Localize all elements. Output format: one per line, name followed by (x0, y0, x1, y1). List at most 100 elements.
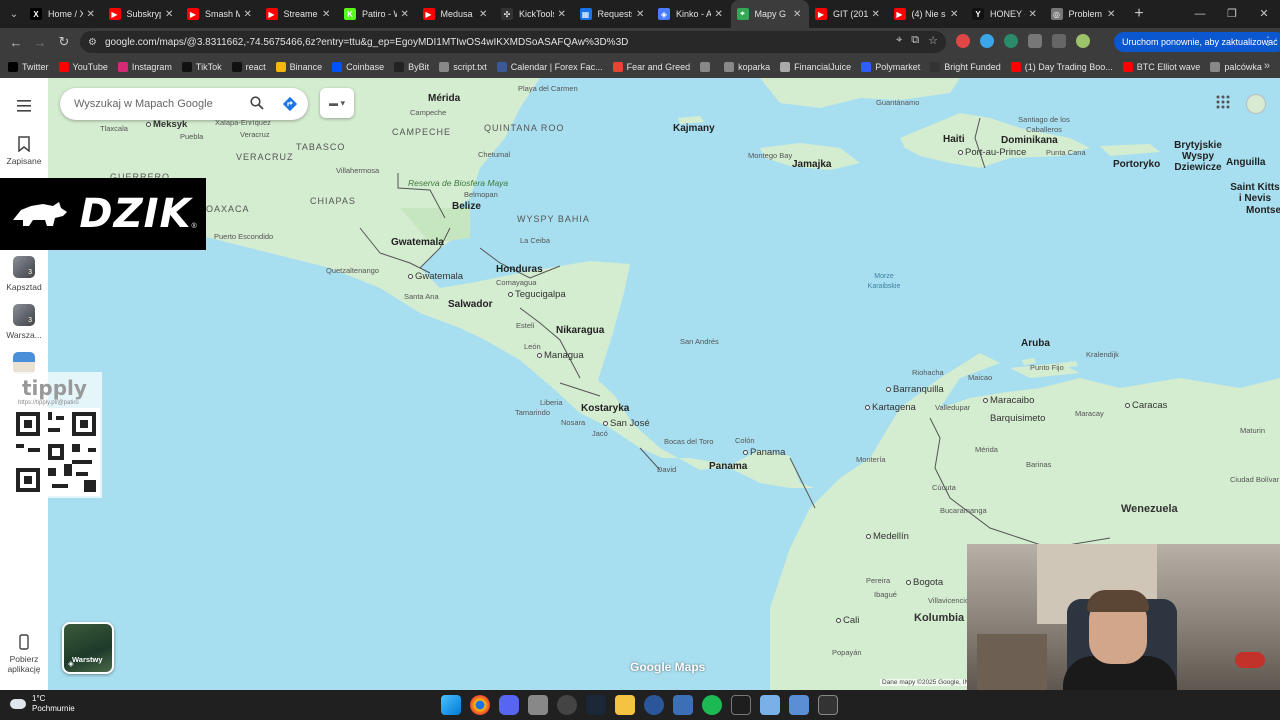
map-label-country[interactable]: Jamajka (792, 160, 831, 170)
steam-icon[interactable] (586, 695, 606, 715)
maps-search-box[interactable] (60, 88, 308, 120)
browser-tab[interactable]: ▶ Smash M ✕ (181, 0, 260, 28)
address-bar[interactable]: ⚙ google.com/maps/@3.8311662,-74.5675466… (80, 31, 946, 53)
map-label-city[interactable]: Jacó (592, 429, 608, 439)
notepad-icon[interactable] (760, 695, 780, 715)
map-label-city[interactable]: Tlaxcala (100, 124, 128, 134)
bookmark-item[interactable]: Fear and Greed (612, 62, 690, 72)
map-label-country[interactable]: Anguilla (1226, 158, 1265, 168)
browser-tab[interactable]: Y HONEY - ✕ (966, 0, 1045, 28)
map-label-country[interactable]: Brytyjskie Wyspy Dziewicze (1170, 140, 1226, 173)
map-label-country[interactable]: Montse (1246, 206, 1280, 216)
map-label-city[interactable]: Quetzaltenango (326, 266, 379, 276)
tab-close-icon[interactable]: ✕ (872, 9, 882, 20)
map-label-city[interactable]: Kartagena (865, 403, 916, 413)
menu-button[interactable] (0, 98, 48, 118)
tab-close-icon[interactable]: ✕ (165, 9, 175, 20)
app-icon[interactable] (528, 695, 548, 715)
extension-icon[interactable] (1004, 34, 1018, 48)
close-window-button[interactable]: ✕ (1248, 0, 1280, 28)
map-label-city[interactable]: Veracruz (240, 130, 270, 140)
saved-button[interactable]: Zapisane (0, 136, 48, 166)
app-icon[interactable] (731, 695, 751, 715)
tab-close-icon[interactable]: ✕ (793, 9, 803, 20)
map-label-city[interactable]: Santa Ana (404, 292, 439, 302)
map-label-city[interactable]: Managua (537, 351, 584, 361)
map-label-city[interactable]: Liberia (540, 398, 563, 408)
map-label-city[interactable]: Barquisimeto (990, 414, 1045, 424)
puzzle-icon[interactable] (1028, 34, 1042, 48)
map-label-city[interactable]: Maicao (968, 373, 992, 383)
directions-icon[interactable] (282, 96, 298, 112)
browser-tab[interactable]: X Home / X ✕ (24, 0, 103, 28)
update-button[interactable]: Uruchom ponownie, aby zaktualizować (1114, 32, 1280, 52)
map-label-city[interactable]: Puerto Escondido (214, 232, 273, 242)
map-label-city[interactable]: Gwatemala (408, 272, 463, 282)
folder-icon[interactable] (615, 695, 635, 715)
search-input[interactable] (74, 98, 234, 110)
bookmark-item[interactable]: Twitter (8, 62, 49, 72)
map-label-country[interactable]: Wenezuela (1121, 504, 1178, 515)
bookmark-star-icon[interactable]: ☆ (928, 34, 938, 47)
get-app-button[interactable]: Pobierz aplikację (0, 634, 48, 674)
search-icon[interactable] (250, 96, 264, 110)
discord-icon[interactable] (499, 695, 519, 715)
map-label-country[interactable]: Kostaryka (581, 404, 629, 414)
profile-avatar[interactable] (1076, 34, 1090, 48)
map-label-city[interactable]: Medellín (866, 532, 909, 542)
weather-widget[interactable]: 1°C Pochmurnie (10, 694, 75, 714)
tab-close-icon[interactable]: ✕ (1107, 9, 1117, 20)
tab-close-icon[interactable]: ✕ (950, 9, 960, 20)
map-label-city[interactable]: Cúcuta (932, 483, 956, 493)
map-label-sea[interactable]: Morze Karaibskie (860, 272, 908, 292)
map-label-city[interactable]: Mérida (975, 445, 998, 455)
apps-grid-icon[interactable] (1216, 95, 1230, 109)
map-label-city[interactable]: Guantánamo (876, 98, 919, 108)
map-label-country[interactable]: Honduras (496, 265, 543, 275)
map-label-city[interactable]: Valledupar (935, 403, 970, 413)
browser-tab[interactable]: ▦ Requests ✕ (574, 0, 653, 28)
extension-icon[interactable] (956, 34, 970, 48)
url-text[interactable]: google.com/maps/@3.8311662,-74.5675466,6… (105, 37, 628, 48)
map-label-city[interactable]: Montería (856, 455, 886, 465)
windows-start-icon[interactable] (441, 695, 461, 715)
spotify-icon[interactable] (702, 695, 722, 715)
map-label-city[interactable]: Riohacha (912, 368, 944, 378)
map-label-city[interactable]: Campeche (410, 108, 446, 118)
tab-close-icon[interactable]: ✕ (1029, 9, 1039, 20)
tab-close-icon[interactable]: ✕ (636, 9, 646, 20)
map-label-city[interactable]: Barinas (1026, 460, 1051, 470)
map-label-city[interactable]: Bogota (906, 578, 943, 588)
tab-close-icon[interactable]: ✕ (479, 9, 489, 20)
map-label-city[interactable]: Pereira (866, 576, 890, 586)
bookmark-item[interactable]: script.txt (439, 62, 487, 72)
map-label-city[interactable]: Playa del Carmen (518, 84, 578, 94)
map-label-country[interactable]: Panama (709, 462, 747, 472)
map-label-city[interactable]: Kralendijk (1086, 350, 1119, 360)
media-icon[interactable] (1052, 34, 1066, 48)
bookmark-item[interactable]: YouTube (58, 62, 108, 72)
map-label-region[interactable]: Mérida (428, 94, 460, 104)
map-label-country[interactable]: Kajmany (673, 124, 715, 134)
map-label-country[interactable]: Gwatemala (391, 238, 444, 248)
browser-tab[interactable]: ◎ Problem ✕ (1045, 0, 1124, 28)
bookmark-item[interactable] (700, 62, 714, 72)
new-tab-button[interactable]: + (1127, 5, 1151, 23)
browser-tab[interactable]: ▶ GIT (201 ✕ (809, 0, 888, 28)
map-label-city[interactable]: Chetumal (478, 150, 510, 160)
install-icon[interactable]: ⧉ (911, 34, 919, 47)
map-label-country[interactable]: Kolumbia (914, 613, 964, 624)
map-label-city[interactable]: San José (603, 419, 650, 429)
map-label-city[interactable]: Maracay (1075, 409, 1104, 419)
bookmarks-more-icon[interactable]: » (1264, 60, 1270, 72)
tab-close-icon[interactable]: ✕ (244, 9, 254, 20)
app-icon[interactable] (789, 695, 809, 715)
map-label-country[interactable]: Salwador (448, 300, 492, 310)
site-info-icon[interactable]: ⚙ (88, 37, 97, 48)
bookmark-item[interactable]: FinancialJuice (780, 62, 851, 72)
reload-button[interactable]: ↻ (52, 34, 76, 50)
tab-close-icon[interactable]: ✕ (87, 9, 97, 20)
map-label-city[interactable]: Villavicencio (928, 596, 969, 606)
map-label-city[interactable]: Tamarindo (515, 408, 550, 418)
map-label-city[interactable]: Cali (836, 616, 859, 626)
